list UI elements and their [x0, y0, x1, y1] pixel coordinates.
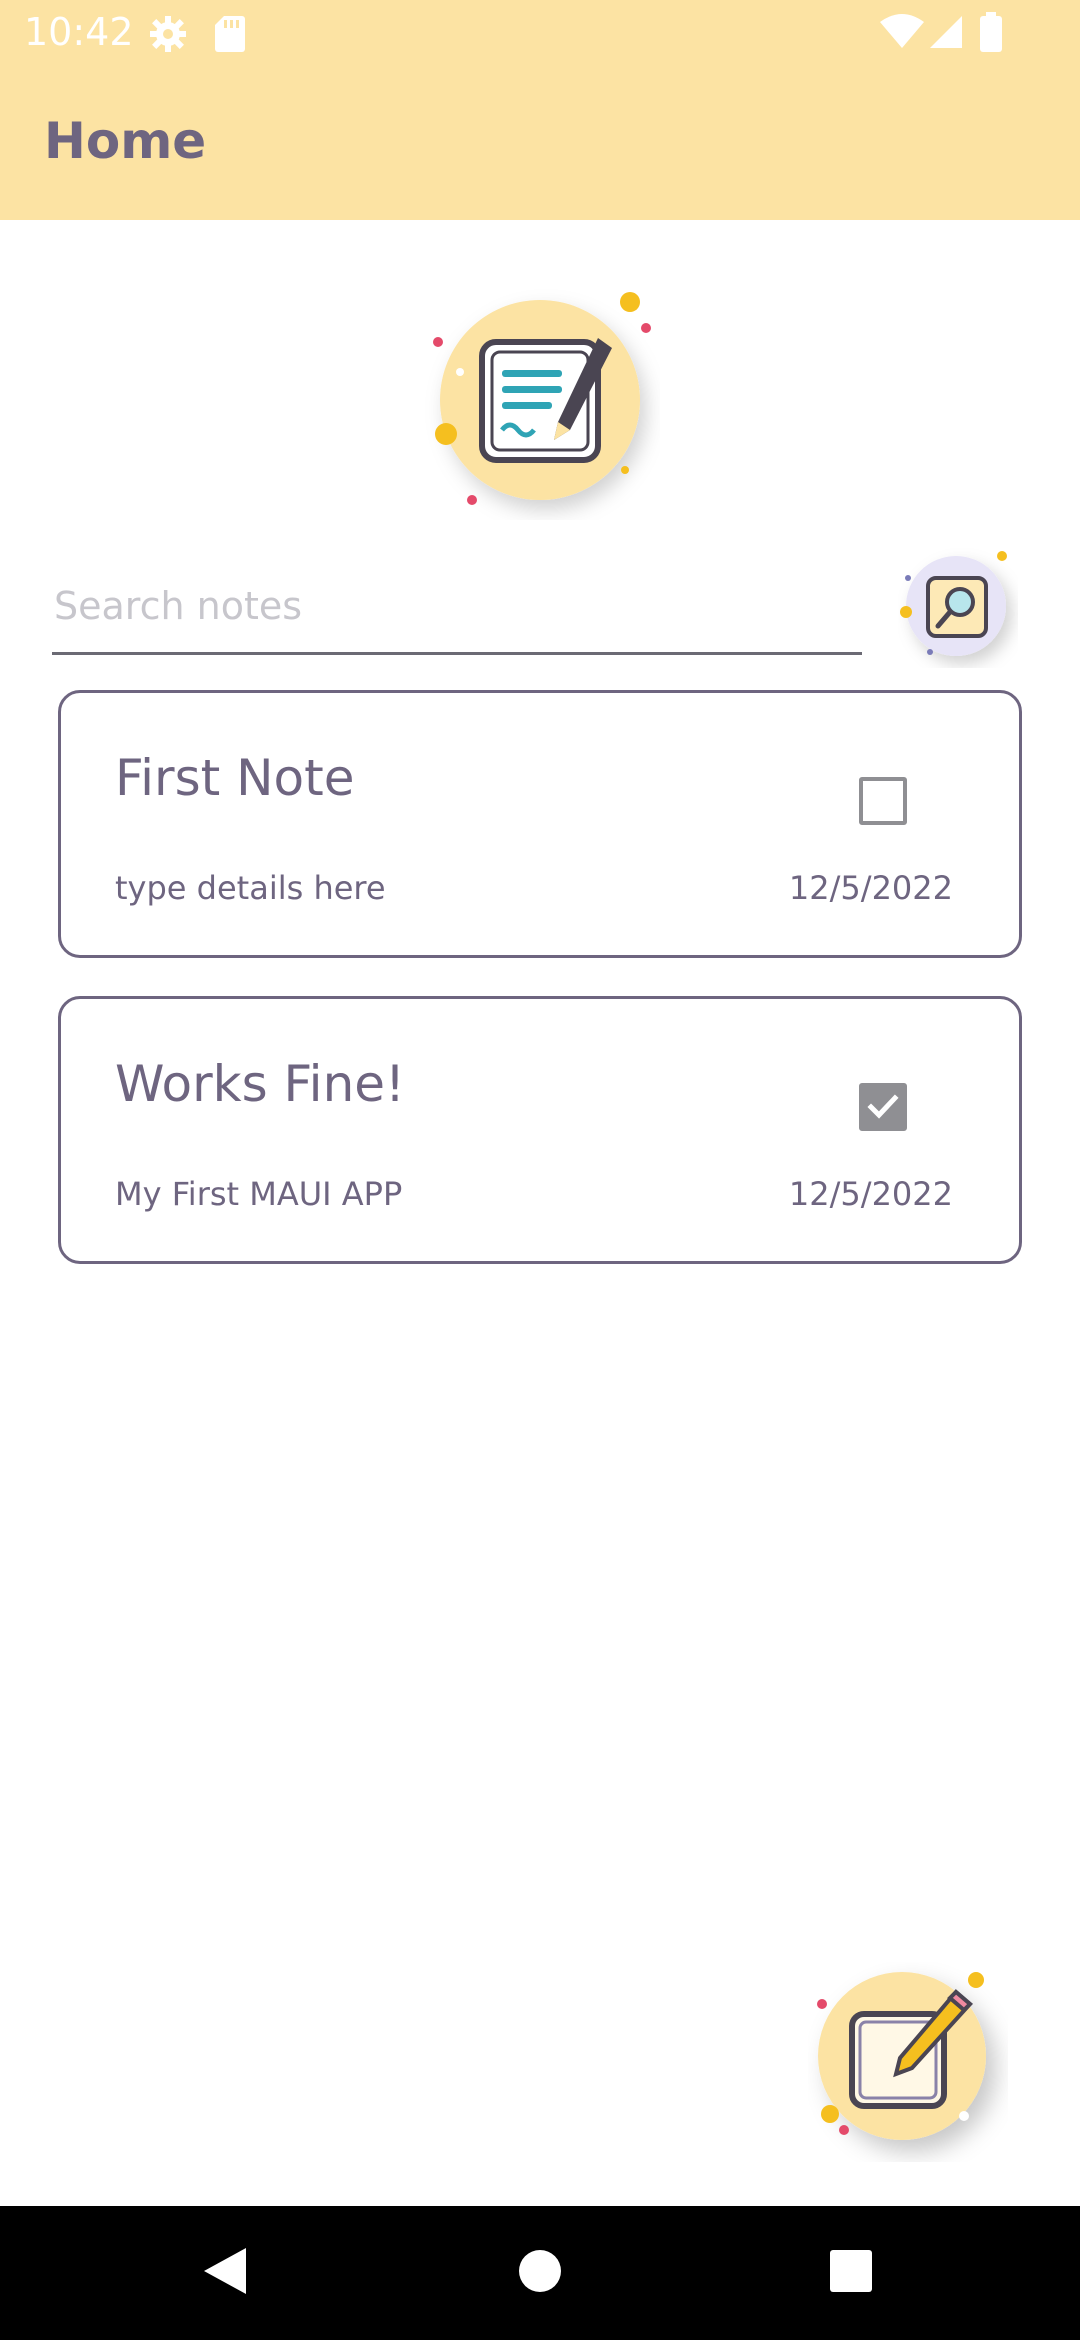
note-details: type details here [115, 869, 386, 907]
note-card[interactable]: First Note type details here 12/5/2022 [58, 690, 1022, 958]
app-bar: 10:42 Home [0, 0, 1080, 220]
note-checkbox[interactable] [859, 777, 907, 825]
back-icon[interactable] [202, 2246, 250, 2300]
note-date: 12/5/2022 [788, 869, 953, 907]
notes-logo-icon [420, 280, 660, 520]
navigation-bar [0, 2206, 1080, 2340]
note-details: My First MAUI APP [115, 1175, 403, 1213]
battery-icon [980, 12, 1002, 56]
note-date: 12/5/2022 [788, 1175, 953, 1213]
search-button[interactable] [898, 548, 1018, 668]
status-time: 10:42 [24, 10, 134, 54]
note-card[interactable]: Works Fine! My First MAUI APP 12/5/2022 [58, 996, 1022, 1264]
home-icon[interactable] [518, 2246, 562, 2300]
signal-icon [928, 14, 964, 54]
wifi-icon [880, 14, 924, 54]
note-title: First Note [115, 749, 355, 807]
recents-icon[interactable] [830, 2250, 872, 2296]
note-checkbox[interactable] [859, 1083, 907, 1131]
search-field [52, 560, 866, 655]
sd-card-icon [214, 14, 246, 58]
page-title: Home [44, 112, 207, 170]
settings-icon [148, 14, 188, 58]
checkmark-icon [867, 1094, 899, 1119]
note-title: Works Fine! [115, 1055, 406, 1113]
add-note-button[interactable] [808, 1962, 1008, 2162]
search-input[interactable] [52, 570, 866, 642]
status-bar: 10:42 [0, 0, 1080, 66]
